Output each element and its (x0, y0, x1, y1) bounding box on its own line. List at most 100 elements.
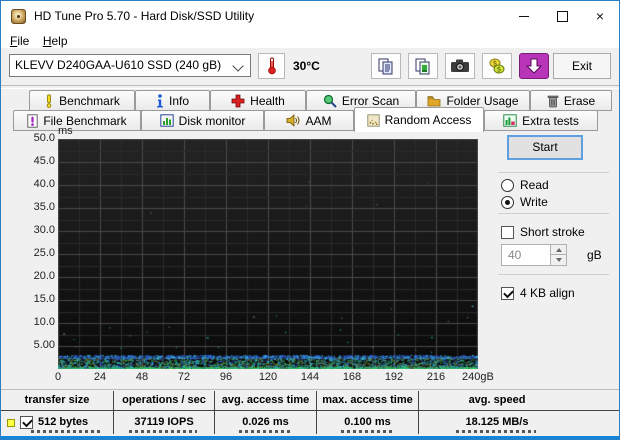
exit-button[interactable]: Exit (553, 53, 611, 79)
x-tick-label: 48 (127, 371, 157, 383)
clipped-table-row (129, 430, 197, 433)
x-tick-label: 168 (337, 371, 367, 383)
drive-selector-dropdown[interactable]: KLEVV D240GAA-U610 SSD (240 gB) (9, 54, 251, 77)
toolbar: KLEVV D240GAA-U610 SSD (240 gB) 30°C (1, 48, 619, 84)
register-button[interactable]: $ $ (482, 53, 512, 79)
trash-icon (547, 94, 559, 108)
error-scan-magnifier-icon (323, 94, 337, 108)
clipped-table-row (31, 430, 101, 433)
menu-help[interactable]: Help (43, 34, 68, 48)
minimize-button[interactable] (505, 1, 543, 32)
app-icon (11, 9, 26, 24)
tab-random-access[interactable]: Random Access (354, 107, 484, 132)
health-cross-icon (231, 94, 245, 108)
y-tick-label: 5.00 (27, 339, 55, 351)
short-stroke-checkbox[interactable] (501, 226, 514, 239)
clipped-table-row (341, 430, 395, 433)
tab-health[interactable]: Health (210, 90, 306, 111)
write-label: Write (520, 195, 548, 209)
file-benchmark-icon (27, 114, 38, 128)
start-button[interactable]: Start (507, 135, 583, 160)
align-row[interactable]: 4 KB align (501, 286, 575, 300)
x-tick-label: 144 (295, 371, 325, 383)
spin-up-icon (556, 248, 562, 252)
write-radio[interactable] (501, 196, 514, 209)
table-header-row: transfer size operations / sec avg. acce… (1, 391, 619, 411)
y-tick-label: 50.0 (27, 132, 55, 144)
benchmark-icon (44, 94, 54, 108)
write-radio-row[interactable]: Write (501, 195, 548, 209)
disk-monitor-icon (160, 114, 174, 127)
table-divider (1, 389, 619, 390)
y-axis-unit-label: ms (58, 125, 73, 137)
y-tick-label: 20.0 (27, 270, 55, 282)
minimize-icon (519, 16, 529, 17)
read-radio[interactable] (501, 179, 514, 192)
panel-divider (498, 213, 609, 214)
read-radio-row[interactable]: Read (501, 178, 549, 192)
tab-benchmark[interactable]: Benchmark (29, 90, 135, 111)
x-tick-label: 120 (253, 371, 283, 383)
chevron-down-icon (232, 60, 243, 71)
short-stroke-label: Short stroke (520, 225, 585, 239)
copy-image-icon (414, 57, 432, 75)
svg-text:$: $ (497, 66, 501, 74)
y-tick-label: 30.0 (27, 224, 55, 236)
short-stroke-row[interactable]: Short stroke (501, 225, 585, 239)
y-tick-label: 35.0 (27, 201, 55, 213)
temperature-button[interactable] (258, 53, 285, 79)
header-operations: operations / sec (113, 391, 214, 411)
read-label: Read (520, 178, 549, 192)
update-button[interactable] (519, 53, 549, 79)
tab-file-benchmark[interactable]: File Benchmark (13, 110, 141, 131)
menu-file[interactable]: File (10, 34, 29, 48)
copy-text-button[interactable] (371, 53, 401, 79)
latency-scatter-plot (58, 139, 478, 369)
speaker-icon (286, 114, 300, 127)
align-checkbox[interactable] (501, 287, 514, 300)
copy-image-button[interactable] (408, 53, 438, 79)
tab-erase[interactable]: Erase (530, 90, 612, 111)
x-tick-label: 96 (211, 371, 241, 383)
x-tick-label: 72 (169, 371, 199, 383)
toolbar-divider (1, 85, 619, 89)
header-transfer-size: transfer size (1, 391, 113, 411)
maximize-button[interactable] (543, 1, 581, 32)
clipped-table-row (456, 430, 536, 433)
x-tick-label: 240gB (462, 371, 506, 383)
spin-up-button[interactable] (550, 245, 566, 255)
series-legend-swatch (7, 419, 15, 427)
info-icon (156, 94, 164, 108)
screenshot-button[interactable] (445, 53, 475, 79)
y-tick-label: 40.0 (27, 178, 55, 190)
spin-down-icon (556, 258, 562, 262)
extra-tests-icon (503, 114, 517, 127)
window-title: HD Tune Pro 5.70 - Hard Disk/SSD Utility (34, 9, 254, 23)
menu-bar: File Help (1, 32, 619, 48)
results-table: transfer size operations / sec avg. acce… (1, 391, 619, 434)
x-tick-label: 192 (379, 371, 409, 383)
tab-extra-tests[interactable]: Extra tests (484, 110, 598, 131)
tab-info[interactable]: Info (135, 90, 210, 111)
folder-icon (427, 95, 441, 107)
temperature-label: 30°C (293, 59, 320, 73)
transfer-size-checkbox[interactable] (20, 416, 33, 429)
y-tick-label: 25.0 (27, 247, 55, 259)
spin-down-button[interactable] (550, 255, 566, 265)
tab-aam[interactable]: AAM (264, 110, 354, 131)
x-tick-label: 24 (85, 371, 115, 383)
tab-disk-monitor[interactable]: Disk monitor (141, 110, 264, 131)
y-tick-label: 10.0 (27, 316, 55, 328)
header-avg-speed: avg. speed (418, 391, 619, 411)
title-bar: HD Tune Pro 5.70 - Hard Disk/SSD Utility… (1, 1, 619, 32)
short-stroke-size-input[interactable]: 40 (501, 244, 567, 266)
window-bottom-border (1, 436, 619, 439)
panel-divider (498, 274, 609, 275)
close-button[interactable]: × (581, 1, 619, 32)
coins-icon: $ $ (488, 57, 506, 75)
scatter-canvas (58, 139, 478, 369)
y-tick-label: 45.0 (27, 155, 55, 167)
short-stroke-size-value: 40 (508, 248, 521, 262)
copy-text-icon (377, 57, 395, 75)
align-label: 4 KB align (520, 286, 575, 300)
